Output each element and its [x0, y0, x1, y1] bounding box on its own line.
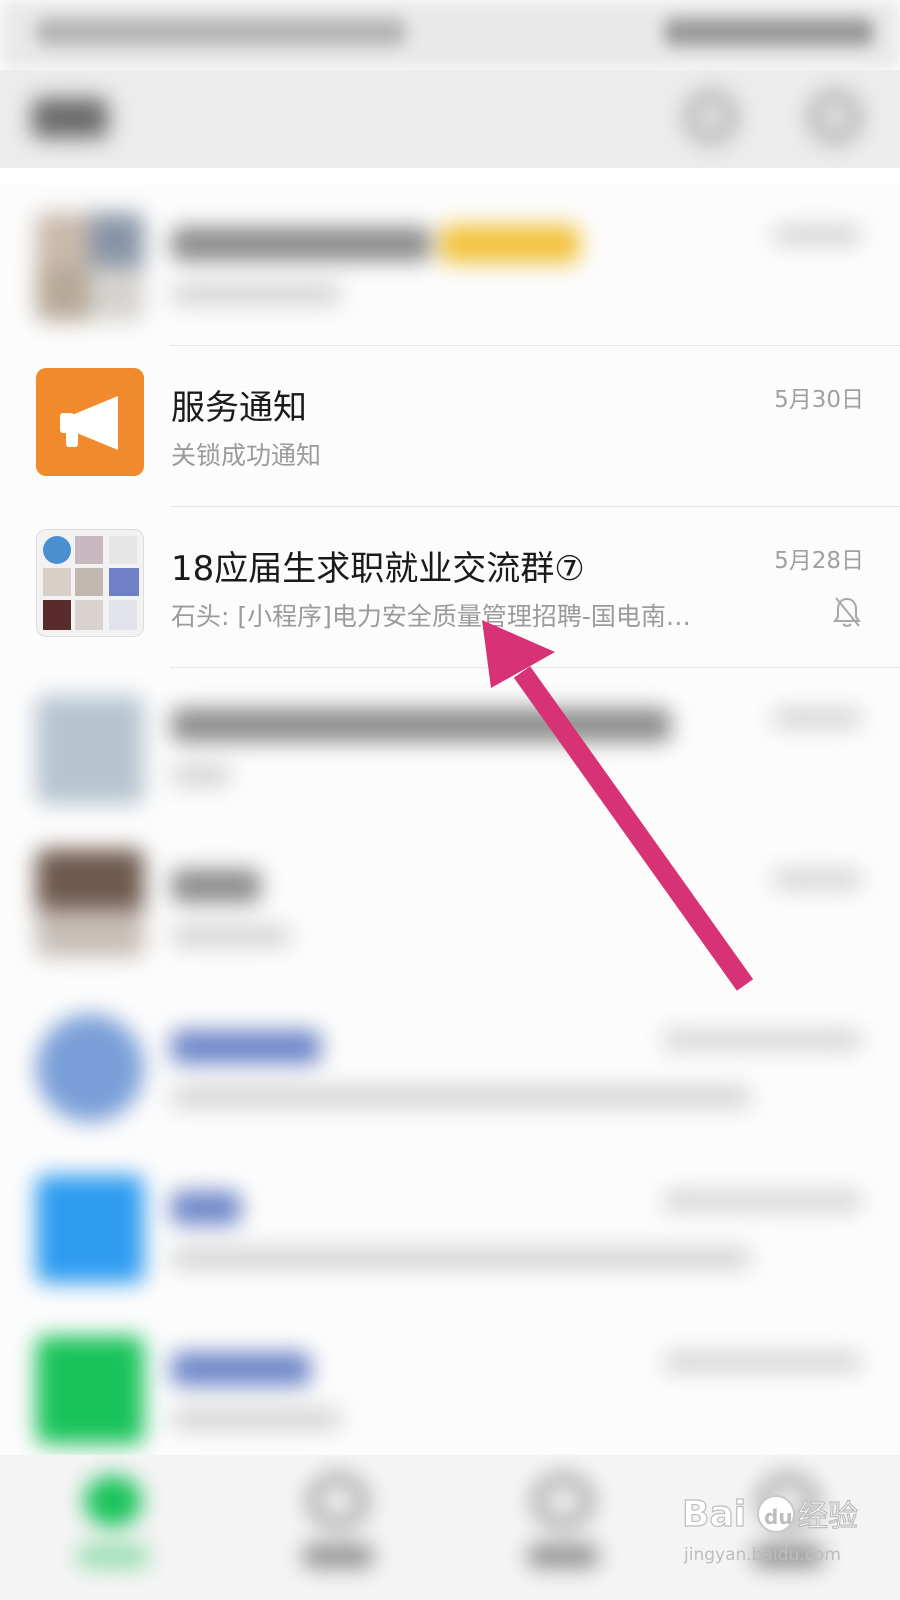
annotation-arrow [482, 620, 754, 991]
svg-text:经验: 经验 [798, 1499, 858, 1534]
svg-text:du: du [764, 1505, 793, 1529]
baidu-watermark: Bai du 经验 jingyan.baidu.com [680, 1478, 880, 1578]
svg-text:jingyan.baidu.com: jingyan.baidu.com [683, 1545, 841, 1565]
baidu-logo: Bai du 经验 jingyan.baidu.com [681, 1493, 858, 1565]
svg-text:Bai: Bai [682, 1494, 746, 1535]
